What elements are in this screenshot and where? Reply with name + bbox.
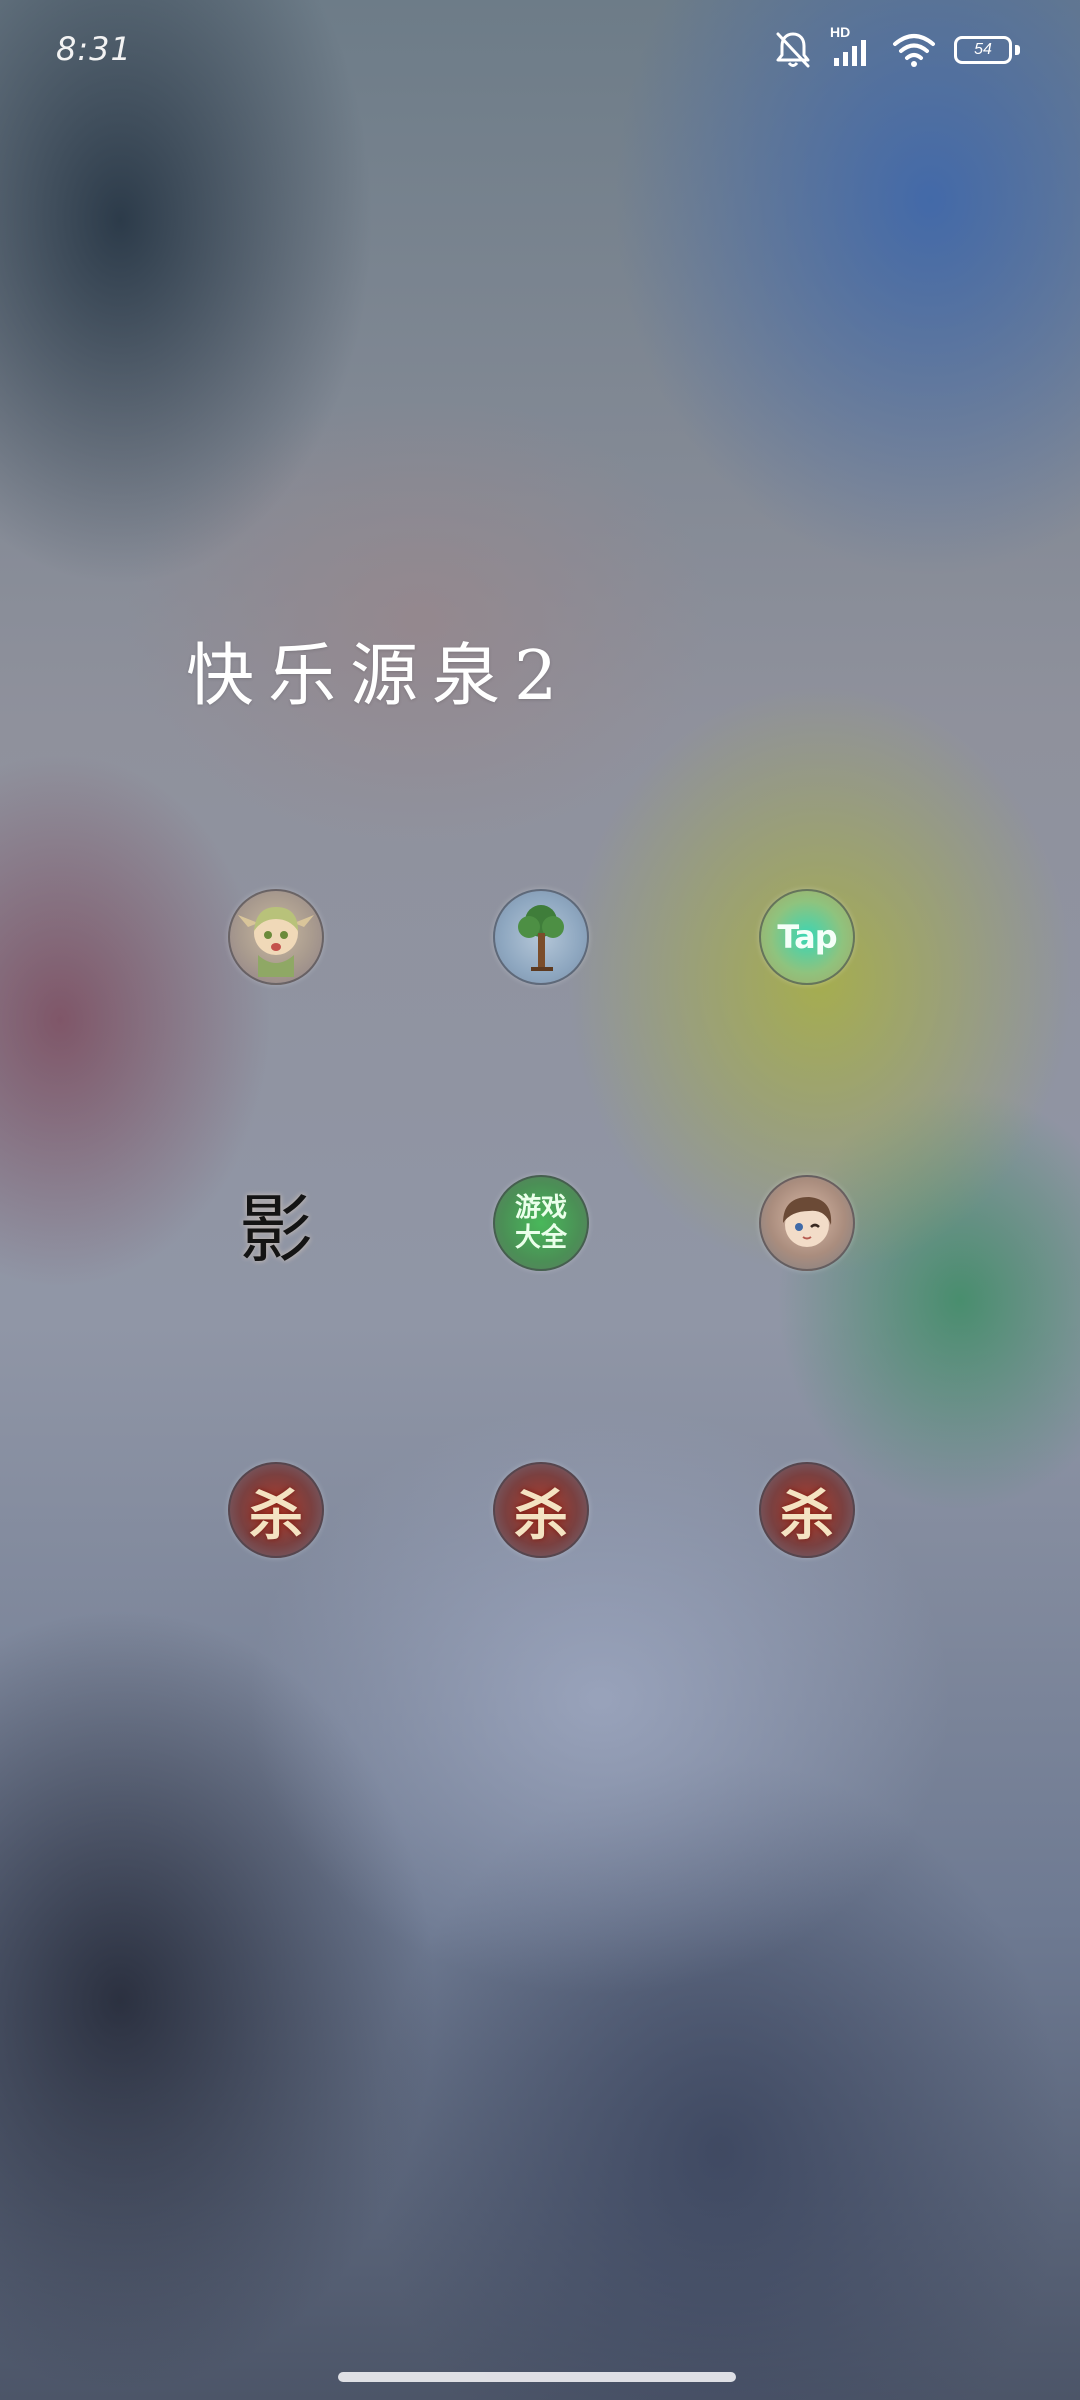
anime-elf-icon: [238, 907, 314, 977]
app-ying[interactable]: 影: [228, 1175, 324, 1273]
sha-calligraphy-icon: 杀: [780, 1482, 834, 1547]
app-sanguosha-2[interactable]: 杀: [493, 1462, 589, 1558]
home-indicator[interactable]: [338, 2372, 736, 2382]
status-bar: 8:31 HD 54: [0, 0, 1080, 100]
battery-level: 54: [974, 41, 992, 58]
tree-icon: [518, 905, 564, 971]
games-daquan-icon: 游戏 大全: [514, 1193, 567, 1253]
app-taptap[interactable]: Tap: [759, 889, 855, 985]
anime-boy-icon: [783, 1197, 832, 1247]
app-terraria[interactable]: [493, 889, 589, 985]
sha-calligraphy-icon: 杀: [514, 1482, 568, 1547]
wifi-icon: [892, 32, 936, 68]
app-anime-character-game[interactable]: [759, 1175, 855, 1271]
battery-icon: 54: [954, 34, 1020, 66]
folder-title[interactable]: 快乐源泉2: [186, 620, 571, 719]
taptap-icon: Tap: [777, 918, 837, 956]
app-elf-girl-game[interactable]: [228, 889, 324, 985]
signal-icon: HD: [830, 24, 874, 70]
app-sanguosha-1[interactable]: 杀: [228, 1462, 324, 1558]
bell-off-icon: [774, 30, 812, 70]
app-games-collection[interactable]: 游戏 大全: [493, 1175, 589, 1271]
hd-label: HD: [830, 24, 851, 40]
app-sanguosha-3[interactable]: 杀: [759, 1462, 855, 1558]
status-time: 8:31: [56, 30, 132, 68]
status-icons: HD 54: [774, 24, 1020, 72]
sha-calligraphy-icon: 杀: [249, 1482, 303, 1547]
